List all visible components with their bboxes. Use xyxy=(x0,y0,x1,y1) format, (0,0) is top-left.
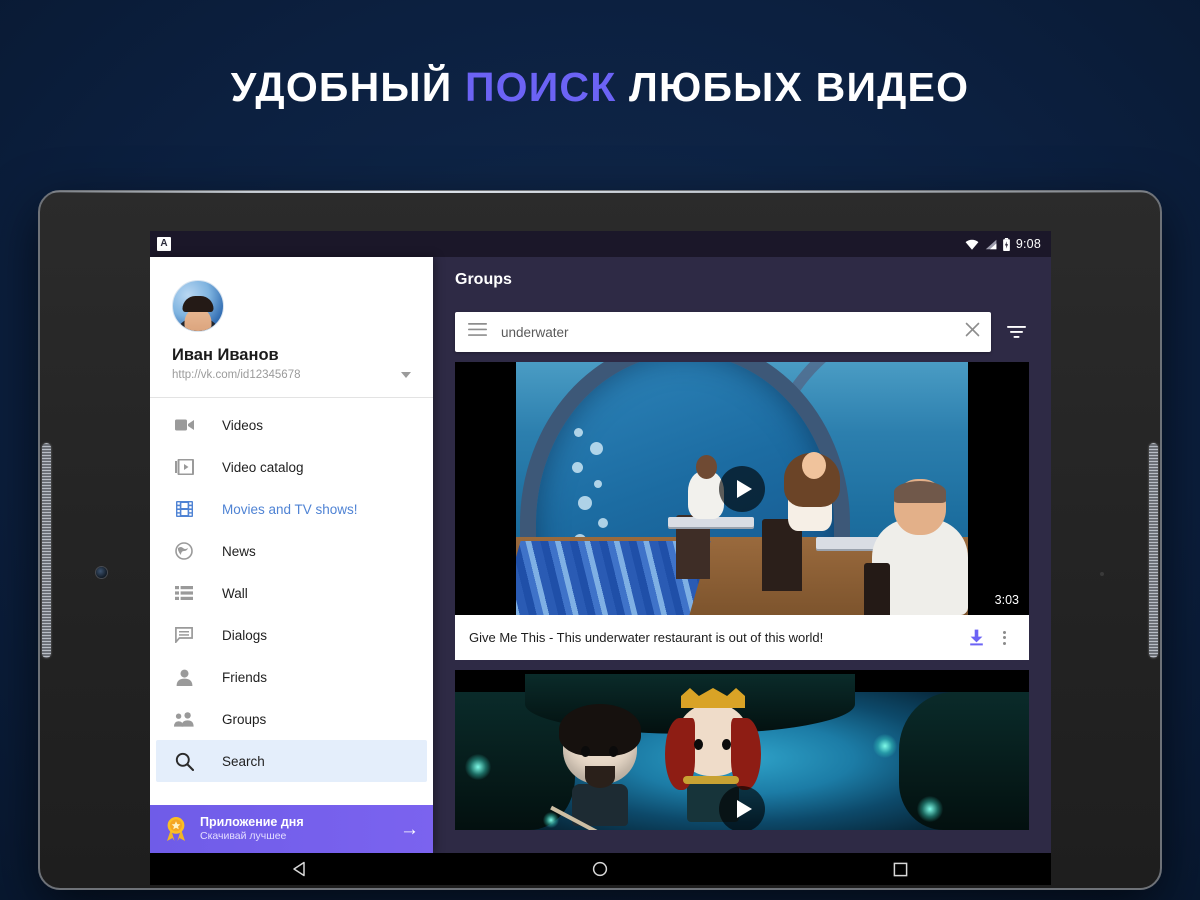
search-input[interactable]: underwater xyxy=(455,312,991,352)
headline-part1: УДОБНЫЙ xyxy=(230,64,465,110)
list-icon xyxy=(172,581,196,605)
status-bar-clock: 9:08 xyxy=(1015,237,1041,251)
sidebar-item-video-catalog[interactable]: Video catalog xyxy=(150,446,433,488)
device-screen: A 9:08 Иван Иванов http://vk.com/id12345… xyxy=(150,231,1051,853)
navigation-drawer: Иван Иванов http://vk.com/id12345678 Vid… xyxy=(150,257,433,853)
sensor-dot xyxy=(1100,572,1104,576)
battery-icon xyxy=(1002,237,1010,251)
more-vertical-icon[interactable] xyxy=(991,630,1017,645)
notification-glyph: A xyxy=(160,238,168,249)
video-feed: 3:03 Give Me This - This underwater rest… xyxy=(433,362,1051,853)
medal-icon xyxy=(164,816,188,842)
sidebar-item-search[interactable]: Search xyxy=(156,740,427,782)
video-camera-icon xyxy=(172,413,196,437)
search-row: underwater xyxy=(433,304,1051,360)
sidebar-item-friends[interactable]: Friends xyxy=(150,656,433,698)
profile-url: http://vk.com/id12345678 xyxy=(172,369,301,381)
sidebar-item-label: Videos xyxy=(222,417,264,433)
front-camera xyxy=(96,567,107,578)
sidebar-item-label: Dialogs xyxy=(222,627,268,643)
video-thumbnail[interactable]: 3:03 xyxy=(455,362,1029,615)
sidebar-item-label: Groups xyxy=(222,711,267,727)
app-notification-icon: A xyxy=(157,237,171,251)
sidebar-item-movies-and-tv-shows[interactable]: Movies and TV shows! xyxy=(150,488,433,530)
filter-icon[interactable] xyxy=(999,325,1033,339)
toolbar-title: Groups xyxy=(455,271,512,288)
drawer-menu: Videos Video catalog Movies and TV shows… xyxy=(150,404,433,805)
video-caption: Give Me This - This underwater restauran… xyxy=(455,615,1029,660)
video-card[interactable] xyxy=(455,670,1029,830)
sidebar-item-label: Search xyxy=(222,753,265,769)
content-pane: Groups underwater 3:03 Give Me This - Th… xyxy=(433,257,1051,853)
close-icon[interactable] xyxy=(965,322,980,342)
hamburger-icon[interactable] xyxy=(468,323,487,341)
android-nav-bar xyxy=(150,853,1051,885)
app-root: Иван Иванов http://vk.com/id12345678 Vid… xyxy=(150,257,1051,853)
search-query-text: underwater xyxy=(501,324,569,340)
promo-banner[interactable]: Приложение дня Скачивай лучшее → xyxy=(150,805,433,853)
arrow-right-icon[interactable]: → xyxy=(400,820,419,839)
wifi-icon xyxy=(965,239,979,250)
recents-icon[interactable] xyxy=(881,853,921,885)
play-icon[interactable] xyxy=(719,465,765,512)
sidebar-item-news[interactable]: News xyxy=(150,530,433,572)
home-icon[interactable] xyxy=(580,853,620,885)
sidebar-item-label: Friends xyxy=(222,669,268,685)
divider xyxy=(150,397,433,398)
sidebar-item-groups[interactable]: Groups xyxy=(150,698,433,740)
people-icon xyxy=(172,707,196,731)
chevron-down-icon[interactable] xyxy=(401,372,411,378)
video-catalog-icon xyxy=(172,455,196,479)
film-strip-icon xyxy=(172,497,196,521)
promo-subtitle: Скачивай лучшее xyxy=(200,830,287,843)
person-icon xyxy=(172,665,196,689)
sidebar-item-dialogs[interactable]: Dialogs xyxy=(150,614,433,656)
download-icon[interactable] xyxy=(961,629,991,646)
sidebar-item-label: Movies and TV shows! xyxy=(222,501,358,517)
sidebar-item-label: News xyxy=(222,543,256,559)
back-icon[interactable] xyxy=(280,853,320,885)
tablet-device: A 9:08 Иван Иванов http://vk.com/id12345… xyxy=(38,190,1162,890)
sidebar-item-label: Wall xyxy=(222,585,248,601)
video-thumbnail[interactable] xyxy=(455,670,1029,830)
globe-icon xyxy=(172,539,196,563)
profile-name: Иван Иванов xyxy=(172,346,279,364)
sidebar-item-label: Video catalog xyxy=(222,459,304,475)
headline-part2: ЛЮБЫХ ВИДЕО xyxy=(616,64,970,110)
chat-bubble-icon xyxy=(172,623,196,647)
cell-signal-icon xyxy=(985,239,997,249)
speaker-grille-left xyxy=(42,442,51,658)
video-card[interactable]: 3:03 Give Me This - This underwater rest… xyxy=(455,362,1029,660)
speaker-grille-right xyxy=(1149,442,1158,658)
avatar[interactable] xyxy=(172,280,224,332)
promo-title: Приложение дня xyxy=(200,814,304,829)
android-status-bar: A 9:08 xyxy=(150,231,1051,257)
search-icon xyxy=(172,749,196,773)
profile-header[interactable]: Иван Иванов http://vk.com/id12345678 xyxy=(150,257,433,404)
page-title: УДОБНЫЙ ПОИСК ЛЮБЫХ ВИДЕО xyxy=(0,64,1200,111)
video-title: Give Me This - This underwater restauran… xyxy=(469,630,824,645)
sidebar-item-videos[interactable]: Videos xyxy=(150,404,433,446)
play-icon[interactable] xyxy=(719,786,765,830)
video-duration: 3:03 xyxy=(994,593,1019,607)
headline-accent: ПОИСК xyxy=(465,64,617,110)
sidebar-item-wall[interactable]: Wall xyxy=(150,572,433,614)
